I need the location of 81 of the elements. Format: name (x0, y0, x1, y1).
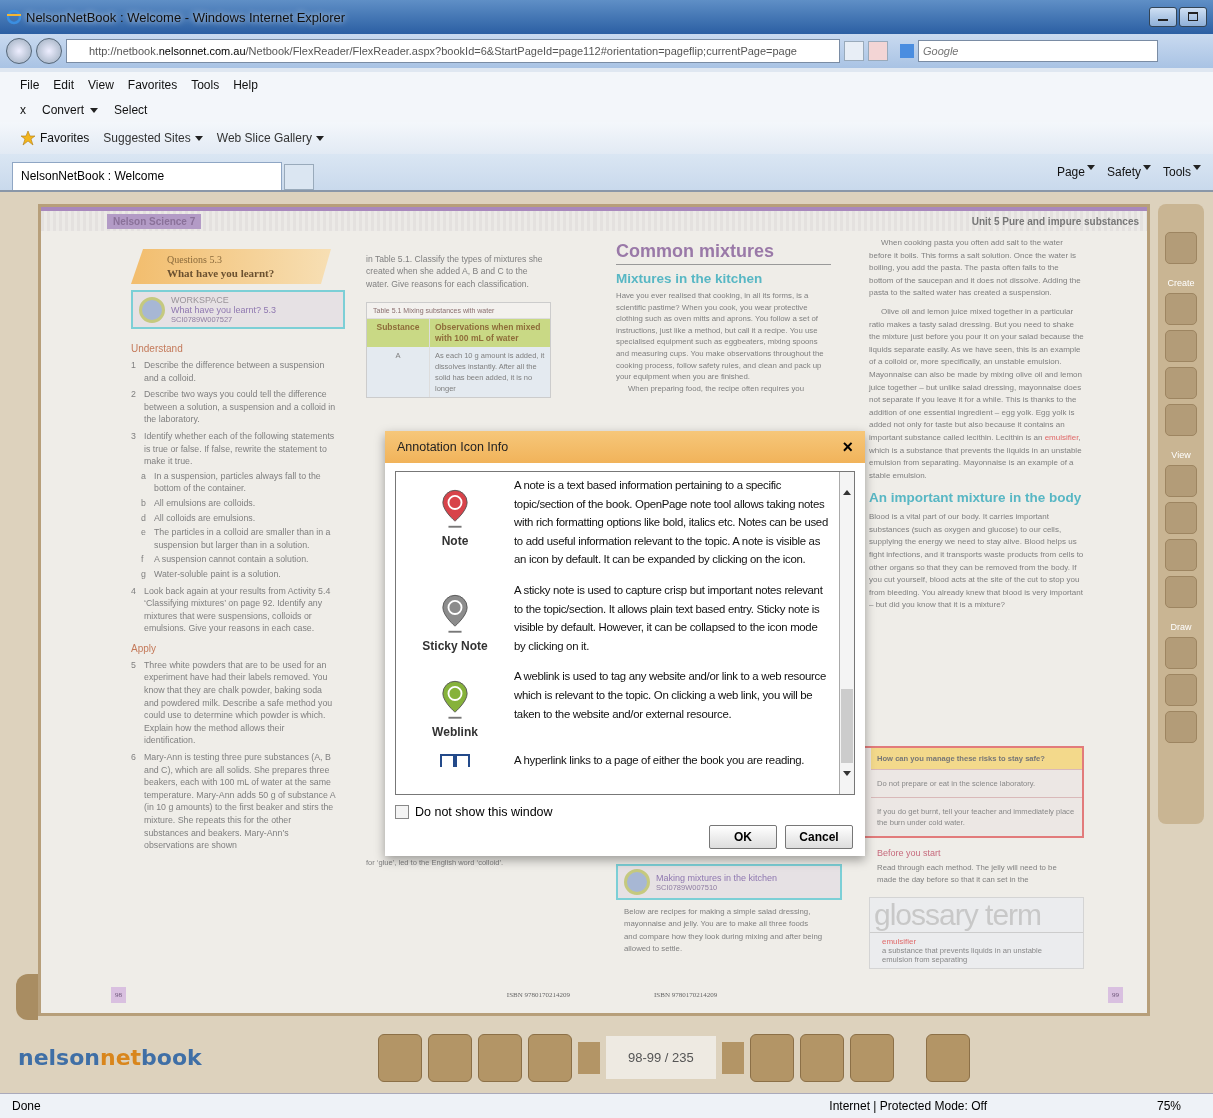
question-number: 2 (131, 388, 137, 402)
question-letter: f (141, 553, 145, 566)
menu-item[interactable]: Help (233, 78, 258, 92)
menu-item[interactable]: Favorites (127, 78, 178, 92)
workspace-title: Making mixtures in the kitchen (656, 872, 778, 883)
tool-group-label: Create (1167, 278, 1195, 288)
window-title: NelsonNetBook : Welcome - Windows Internet Explorer (26, 9, 346, 25)
section-heading: Mixtures in the kitchen (616, 271, 764, 286)
favorites-link[interactable]: Suggested Sites (103, 131, 191, 145)
column-header: Substance (367, 319, 430, 348)
browser-tab[interactable]: NelsonNetBook : Welcome (12, 162, 282, 190)
question-text: All colloids are emulsions. (154, 511, 256, 525)
section-heading: Understand (131, 343, 184, 354)
command-menu[interactable]: Tools (1163, 165, 1191, 179)
search-field[interactable]: Google (918, 40, 1158, 62)
question-letter: a (141, 469, 147, 483)
workspace-title: What have you learnt? 5.3 (171, 305, 277, 315)
column-header: Observations when mixed with 100 mL of water (430, 319, 550, 348)
unit-label: Unit 5 Pure and impure substances (971, 215, 1139, 227)
page-counter: 98-99 / 235 (606, 1036, 716, 1079)
chapter-title: Common mixtures (616, 241, 831, 265)
question-text: Mary-Ann is testing three pure substances (A, B and C), which are all solids. She prepares three beakers, each with 100 mL of water at the same temperature. Mary-Ann adds 50 g of substance A (in 10 g amounts) to the first beaker and stirs the mixture. She repeats this for the other substances and beakers. Mary-Ann’s observations are shown (144, 751, 336, 852)
question-text: A suspension cannot contain a solution. (154, 553, 309, 566)
question-text: Identify whether each of the following statements is true or false. If false, rewrite the statement to make it true. (144, 429, 336, 468)
status-text: Done (12, 1099, 41, 1113)
menu-item[interactable]: Tools (191, 78, 220, 92)
annotation-description: A sticky note is used to capture crisp but important notes relevant to the topic/section. It allows plain text based entry. Sticky note is visible by default. However, it can be collapsed to the icon mode by clicking on it. (514, 582, 824, 654)
question-number: 4 (131, 584, 137, 598)
question-text: Three white powders that are to be used for an experiment have had their labels removed. You know that they are chalk powder, baking soda and powdered milk. Describe a safe method you could use to determine which powder is which. Explain how the method allows their identification. (144, 658, 334, 748)
glossary-term: emulsifier (882, 936, 918, 946)
questions-banner: Questions 5.3 What have you learnt? (131, 249, 331, 284)
question-text: All emulsions are colloids. (154, 496, 256, 510)
question-number: 3 (131, 429, 137, 443)
menu-item[interactable]: Edit (53, 78, 75, 92)
menu-item[interactable]: View (88, 78, 114, 92)
favorites-link[interactable]: Web Slice Gallery (216, 131, 312, 145)
question-letter: e (141, 526, 147, 540)
question-number: 6 (131, 751, 137, 765)
select-button[interactable]: Select (114, 103, 148, 117)
address-field[interactable]: http://netbook.nelsonnet.com.au/Netbook/FlexReader/FlexReader.aspx?bookId=6&StartPageId=page112#orientation=pageflip;currentPage=page (66, 39, 840, 63)
question-letter: b (141, 496, 147, 510)
section-heading: Apply (131, 642, 157, 654)
question-text: Water-soluble paint is a solution. (154, 567, 281, 581)
favorites-button[interactable]: Favorites (40, 131, 90, 145)
question-text: The particles in a colloid are smaller than in a suspension but larger than in a solution. (154, 526, 332, 552)
dialog-title: Annotation Icon Info (397, 440, 509, 454)
question-text: Describe the difference between a suspension and a colloid. (144, 359, 326, 385)
command-menu[interactable]: Safety (1106, 165, 1141, 179)
ok-button[interactable]: OK (709, 825, 777, 849)
question-text: Look back again at your results from Activity 5.4 ‘Classifying mixtures’ on page 92. Identify any mixtures that were suspensions, colloids or emulsions. Give your reasons in each case. (144, 584, 332, 635)
annotation-label: Weblink (432, 725, 478, 740)
annotation-label: Sticky Note (422, 638, 488, 653)
question-text: Describe two ways you could tell the difference between a solution, a suspension and a colloid in the laboratory. (144, 388, 336, 426)
body-text: When cooking pasta you often add salt to the water before it boils. This forms a salt solution. Once the water is boiling, you add the pasta. The pasta often falls to the bottom of the saucepan and it does not dissolve. Adding the pasta to the salted water has created a suspension. (869, 237, 1082, 300)
tool-group-label: Draw (1170, 622, 1192, 632)
body-text: Olive oil and lemon juice mixed together in a particular ratio makes a tasty salad dressing. But you need to shake the mixture just before you pour it on your salad because the liquids separate easily. As we have seen, this is an example of a colloid or, more specifically, an unstable emulsion. Mayonnaise can also be made by mixing olive oil and lemon juice together – but unlike salad dressing, mayonnaise does not separate if you leave it for a while. This is thanks to the addition of one essential ingredient – egg yolk. Egg yolk is added not only for taste but also because it contains an important substance called lecithin. Lecithin is an emulsifier, which is a substance that prevents the liquids in an unstable emulsion from separating. Mayonnaise is an example of a stable emulsion. (869, 305, 1084, 482)
annotation-description: A weblink is used to tag any website and/or link to a web resource which is relevant to the topic. On clicking a web link, you will be taken to the website and/or external resource. (514, 669, 827, 722)
logo: nelsonnetbook (18, 1045, 203, 1070)
workspace-label: WORKSPACE (171, 295, 230, 305)
zoom-level[interactable]: 75% (1156, 1099, 1181, 1113)
question-letter: d (141, 511, 147, 525)
tool-group-label: View (1171, 450, 1191, 460)
close-button[interactable]: × (842, 436, 853, 458)
question-text: In a suspension, particles always fall to the bottom of the container. (154, 469, 322, 495)
section-heading: An important mixture in the body (869, 490, 1083, 506)
close-toolbar-button[interactable]: x (20, 103, 26, 117)
checkbox-label[interactable]: Do not show this window (415, 805, 553, 819)
question-text: in Table 5.1. Classify the types of mixtures she created when she added A, B and C to the water. Give reasons for each classification. (366, 253, 544, 291)
convert-button[interactable]: Convert (42, 103, 85, 117)
annotation-description: A note is a text based information pertaining to a specific topic/section of the book. OpenPage note tool allows taking notes with rich formatting options like bold, italics etc. Notes can be used to add useful information relevant to the topic. A note is visible as an icon by default. It can be expanded by clicking on the icon. (514, 478, 829, 568)
menu-item[interactable]: File (20, 78, 40, 92)
question-letter: g (141, 567, 147, 581)
question-number: 5 (131, 658, 137, 672)
annotation-description: A hyperlink links to a page of either the book you are reading. (514, 753, 805, 769)
body-text: Blood is a vital part of our body. It carries important substances (such as oxygen and glucose) to our cells, supplying the energy we need to stay alive. Blood helps us fight infections, and it transports waste products from cells to other organs so that they can be removed from the body. If you cut yourself, blood acts at the site of the cut to stop you from bleeding. You already knew that blood is very important – but did you know that it is a mixture? (869, 511, 1084, 612)
cancel-button[interactable]: Cancel (785, 825, 853, 849)
annotation-label: Note (441, 534, 469, 548)
section-heading: Before you start (877, 848, 942, 858)
question-number: 1 (131, 359, 137, 372)
security-zone: Internet | Protected Mode: Off (829, 1099, 987, 1113)
command-menu[interactable]: Page (1056, 165, 1085, 179)
